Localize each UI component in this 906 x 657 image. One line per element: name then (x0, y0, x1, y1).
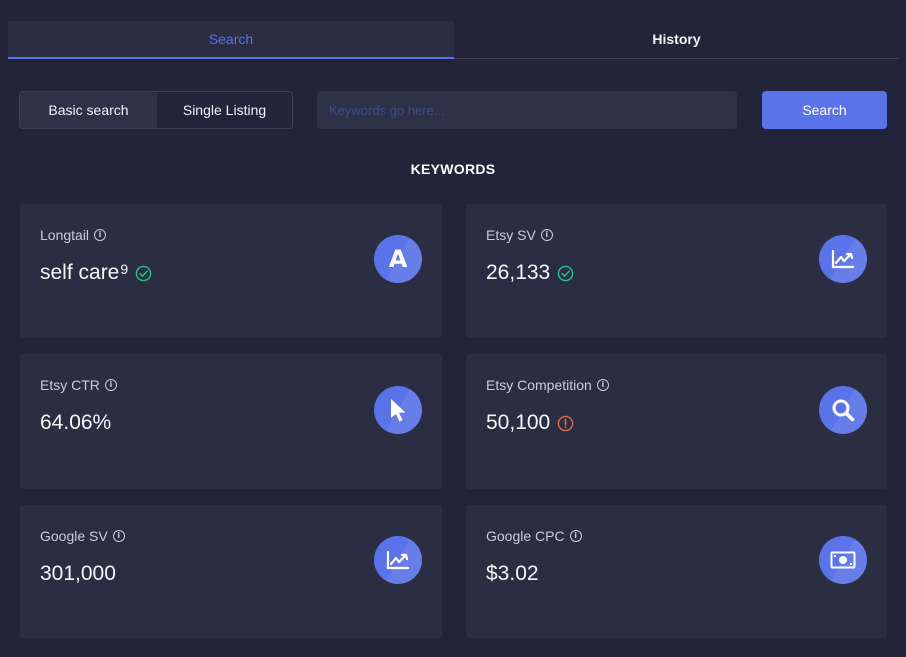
cursor-icon (374, 386, 422, 434)
longtail-label: Longtail (40, 227, 90, 243)
single-listing-button[interactable]: Single Listing (157, 92, 292, 128)
info-icon[interactable]: i (112, 530, 125, 542)
info-icon[interactable]: i (104, 379, 117, 391)
trend-chart-icon (819, 235, 867, 283)
etsy-competition-value: 50,100 (486, 411, 551, 434)
check-circle-icon (135, 265, 152, 281)
keywords-input[interactable] (317, 91, 737, 129)
info-icon[interactable]: i (569, 530, 582, 542)
card-value: $3.02 (486, 562, 539, 586)
card-label: Google SV i (40, 528, 125, 544)
longtail-count: 9 (120, 261, 129, 277)
card-label: Etsy Competition i (486, 377, 609, 393)
card-label: Etsy CTR i (40, 377, 117, 393)
google-cpc-value: $3.02 (486, 562, 539, 585)
basic-search-button[interactable]: Basic search (20, 92, 157, 128)
search-icon (819, 386, 867, 434)
etsy-sv-value: 26,133 (486, 261, 551, 284)
google-cpc-card: Google CPC i $3.02 (466, 505, 887, 638)
card-value: 301,000 (40, 562, 116, 586)
card-value: 50,100 (486, 411, 574, 435)
etsy-sv-card: Etsy SV i 26,133 (466, 204, 887, 338)
card-label: Etsy SV i (486, 227, 553, 243)
card-value: 64.06% (40, 411, 111, 435)
card-label: Google CPC i (486, 528, 582, 544)
google-sv-label: Google SV (40, 528, 108, 544)
trend-chart-icon (374, 536, 422, 584)
tab-bar: Search History (8, 21, 899, 59)
google-sv-value: 301,000 (40, 562, 116, 585)
longtail-card: Longtail i self care 9 A (20, 204, 442, 338)
tab-history[interactable]: History (454, 21, 899, 57)
info-icon[interactable]: i (596, 379, 609, 391)
longtail-value: self care (40, 261, 120, 284)
google-cpc-label: Google CPC (486, 528, 565, 544)
search-button[interactable]: Search (762, 91, 887, 129)
money-icon (819, 536, 867, 584)
check-circle-icon (557, 265, 574, 281)
etsy-ctr-card: Etsy CTR i 64.06% (20, 354, 442, 489)
letter-a-icon: A (374, 235, 422, 283)
tab-search[interactable]: Search (8, 21, 454, 57)
etsy-ctr-label: Etsy CTR (40, 377, 100, 393)
active-tab-indicator (8, 57, 454, 59)
card-value: 26,133 (486, 261, 574, 285)
warning-circle-icon (557, 415, 574, 431)
card-value: self care 9 (40, 261, 152, 285)
etsy-sv-label: Etsy SV (486, 227, 536, 243)
google-sv-card: Google SV i 301,000 (20, 505, 442, 638)
card-label: Longtail i (40, 227, 107, 243)
info-icon[interactable]: i (94, 229, 107, 241)
etsy-competition-card: Etsy Competition i 50,100 (466, 354, 887, 489)
etsy-competition-label: Etsy Competition (486, 377, 592, 393)
section-title: KEYWORDS (410, 161, 496, 177)
search-mode-toggle: Basic search Single Listing (19, 91, 293, 129)
tab-divider (454, 58, 899, 59)
info-icon[interactable]: i (540, 229, 553, 241)
etsy-ctr-value: 64.06% (40, 411, 112, 434)
